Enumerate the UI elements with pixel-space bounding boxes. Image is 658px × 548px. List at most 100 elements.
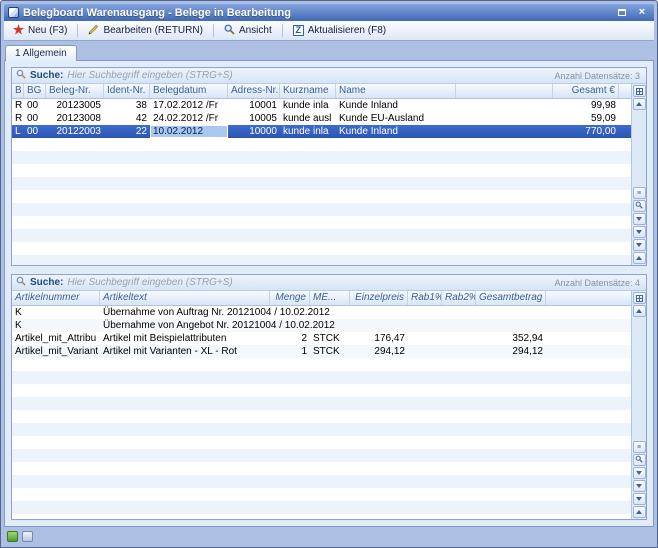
grid-filter-button[interactable] [633, 213, 646, 225]
cell-b: L [12, 125, 24, 138]
cell-name: Kunde EU-Ausland [336, 112, 456, 125]
cell-artikeltext: Artikel mit Beispielattributen [100, 332, 270, 345]
page-down-button[interactable] [633, 239, 646, 251]
column-header-beleg-nr[interactable]: Beleg-Nr. [46, 84, 104, 98]
cell-rab1 [408, 332, 442, 345]
arrow-down-icon [636, 243, 642, 247]
page-up-button[interactable] [633, 252, 646, 264]
cell-adress-nr: 10000 [228, 125, 280, 138]
table-row[interactable]: Artikel_mit_Attribu Artikel mit Beispiel… [12, 332, 631, 345]
cell-artikeltext: Übernahme von Auftrag Nr. 20121004 / 10.… [100, 306, 270, 319]
column-header-gesamt[interactable]: Gesamt € [553, 84, 619, 98]
column-header-filler [456, 84, 553, 98]
status-info-icon[interactable] [22, 531, 33, 542]
column-header-me[interactable]: ME... [310, 291, 350, 305]
documents-scrollbar: ≡ [631, 84, 646, 265]
column-header-name[interactable]: Name [336, 84, 456, 98]
arrow-up-icon [636, 309, 642, 313]
cell-einzelpreis: 294,12 [350, 345, 408, 358]
content-area: Suche: Anzahl Datensätze: 3 B BG Beleg-N… [4, 60, 654, 527]
column-header-rab1[interactable]: Rab1% [408, 291, 442, 305]
scroll-down-button[interactable] [633, 480, 646, 492]
scroll-down-button[interactable] [633, 226, 646, 238]
new-button[interactable]: Neu (F3) [7, 22, 73, 39]
positions-scrollbar: ≡ [631, 291, 646, 519]
positions-search-row: Suche: Anzahl Datensätze: 4 [12, 275, 646, 291]
view-magnifier-icon [224, 24, 235, 38]
column-header-ident-nr[interactable]: Ident-Nr. [104, 84, 150, 98]
column-chooser-icon [636, 88, 643, 95]
cell-rab1 [408, 345, 442, 358]
close-button[interactable]: × [634, 6, 650, 19]
table-row-selected[interactable]: L 00 20122003 22 10.02.2012 10000 kunde … [12, 125, 631, 138]
documents-grid: B BG Beleg-Nr. Ident-Nr. Belegdatum Adre… [12, 84, 646, 265]
table-row[interactable]: Artikel_mit_Variant Artikel mit Variante… [12, 345, 631, 358]
cell-menge [270, 306, 310, 319]
app-window: Belegboard Warenausgang - Belege in Bear… [0, 0, 658, 548]
cell-name: Kunde Inland [336, 125, 456, 138]
column-header-artikelnummer[interactable]: Artikelnummer [12, 291, 100, 305]
filter-icon [636, 471, 642, 475]
table-row[interactable]: R 00 20123005 38 17.02.2012 /Fr 10001 ku… [12, 99, 631, 112]
toolbar-separator [282, 24, 283, 37]
view-button[interactable]: Ansicht [218, 22, 278, 39]
grid-columns-button[interactable]: ≡ [633, 441, 646, 453]
column-chooser-button[interactable] [633, 85, 646, 97]
cell-rab2 [442, 332, 476, 345]
documents-search-input[interactable] [67, 69, 550, 82]
maximize-button[interactable] [614, 6, 630, 19]
edit-button[interactable]: Bearbeiten (RETURN) [82, 22, 208, 39]
table-row[interactable]: K Übernahme von Auftrag Nr. 20121004 / 1… [12, 306, 631, 319]
page-up-button[interactable] [633, 506, 646, 518]
cell-gesamt: 99,98 [553, 99, 619, 112]
cell-artikelnummer: K [12, 319, 100, 332]
scroll-up-button[interactable] [633, 98, 646, 110]
cell-adress-nr: 10005 [228, 112, 280, 125]
column-header-b[interactable]: B [12, 84, 24, 98]
column-header-kurzname[interactable]: Kurzname [280, 84, 336, 98]
cell-rab2 [442, 345, 476, 358]
cell-gesamtbetrag [476, 319, 546, 332]
column-header-artikeltext[interactable]: Artikeltext [100, 291, 270, 305]
titlebar[interactable]: Belegboard Warenausgang - Belege in Bear… [4, 4, 654, 21]
cell-beleg-nr: 20123008 [46, 112, 104, 125]
refresh-button[interactable]: Z Aktualisieren (F8) [287, 22, 392, 39]
cell-me [310, 319, 350, 332]
cell-me: STCK [310, 332, 350, 345]
column-header-einzelpreis[interactable]: Einzelpreis [350, 291, 408, 305]
close-icon: × [639, 7, 645, 18]
maximize-icon [618, 9, 626, 16]
column-header-menge[interactable]: Menge [270, 291, 310, 305]
cell-belegdatum-editor[interactable]: 10.02.2012 [150, 125, 228, 138]
grid-filter-button[interactable] [633, 467, 646, 479]
column-header-adress-nr[interactable]: Adress-Nr. [228, 84, 280, 98]
arrow-up-icon [636, 102, 642, 106]
positions-panel: Suche: Anzahl Datensätze: 4 Artikelnumme… [11, 274, 647, 520]
grid-search-button[interactable] [633, 200, 646, 212]
scroll-up-button[interactable] [633, 305, 646, 317]
grid-search-button[interactable] [633, 454, 646, 466]
status-ok-icon[interactable] [7, 531, 18, 542]
documents-grid-area: B BG Beleg-Nr. Ident-Nr. Belegdatum Adre… [12, 84, 631, 265]
cell-artikelnummer: Artikel_mit_Variant [12, 345, 100, 358]
column-header-rab2[interactable]: Rab2% [442, 291, 476, 305]
cell-menge: 2 [270, 332, 310, 345]
column-header-gesamtbetrag[interactable]: Gesamtbetrag [476, 291, 546, 305]
documents-table-header: B BG Beleg-Nr. Ident-Nr. Belegdatum Adre… [12, 84, 631, 99]
cell-gesamtbetrag: 294,12 [476, 345, 546, 358]
grid-columns-button[interactable]: ≡ [633, 187, 646, 199]
cell-gesamt: 770,00 [553, 125, 619, 138]
view-button-label: Ansicht [239, 25, 272, 36]
cell-ident-nr: 38 [104, 99, 150, 112]
column-header-belegdatum[interactable]: Belegdatum [150, 84, 228, 98]
positions-grid: Artikelnummer Artikeltext Menge ME... Ei… [12, 291, 646, 519]
column-chooser-button[interactable] [633, 292, 646, 304]
table-row[interactable]: R 00 20123008 42 24.02.2012 /Fr 10005 ku… [12, 112, 631, 125]
cell-ident-nr: 42 [104, 112, 150, 125]
window-title: Belegboard Warenausgang - Belege in Bear… [23, 7, 610, 19]
table-row[interactable]: K Übernahme von Angebot Nr. 20121004 / 1… [12, 319, 631, 332]
page-down-button[interactable] [633, 493, 646, 505]
positions-search-input[interactable] [67, 276, 550, 289]
tab-allgemein[interactable]: 1 Allgemein [5, 45, 77, 61]
column-header-bg[interactable]: BG [24, 84, 46, 98]
